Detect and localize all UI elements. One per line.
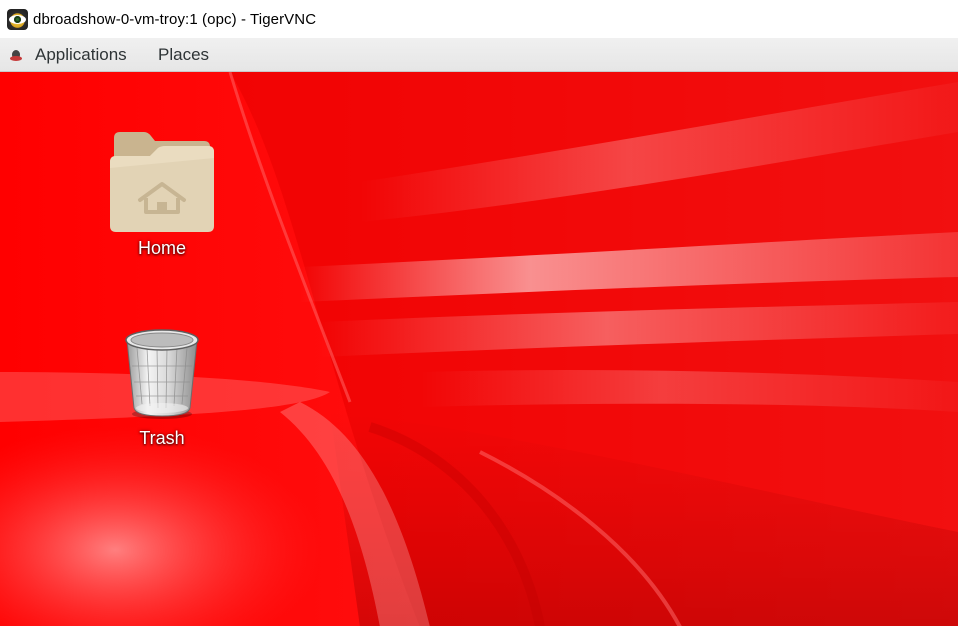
applications-menu[interactable]: Applications bbox=[0, 38, 150, 72]
trash-icon bbox=[125, 329, 199, 419]
home-folder-icon bbox=[110, 132, 214, 232]
tigervnc-icon bbox=[7, 8, 28, 30]
applications-menu-label: Applications bbox=[35, 44, 127, 64]
desktop-icon-label: Home bbox=[137, 238, 186, 258]
window-title: dbroadshow-0-vm-troy:1 (opc) - TigerVNC bbox=[33, 10, 317, 28]
desktop[interactable]: Home Trash bbox=[0, 72, 958, 627]
top-panel: Applications Places bbox=[0, 38, 958, 72]
gnome-foot-icon bbox=[9, 48, 23, 62]
desktop-icon-trash[interactable]: Trash bbox=[102, 326, 222, 449]
places-menu[interactable]: Places bbox=[150, 38, 209, 72]
window-titlebar[interactable]: dbroadshow-0-vm-troy:1 (opc) - TigerVNC bbox=[0, 0, 958, 38]
desktop-icon-home[interactable]: Home bbox=[102, 128, 222, 259]
desktop-icon-label: Trash bbox=[139, 428, 185, 448]
places-menu-label: Places bbox=[158, 44, 210, 64]
